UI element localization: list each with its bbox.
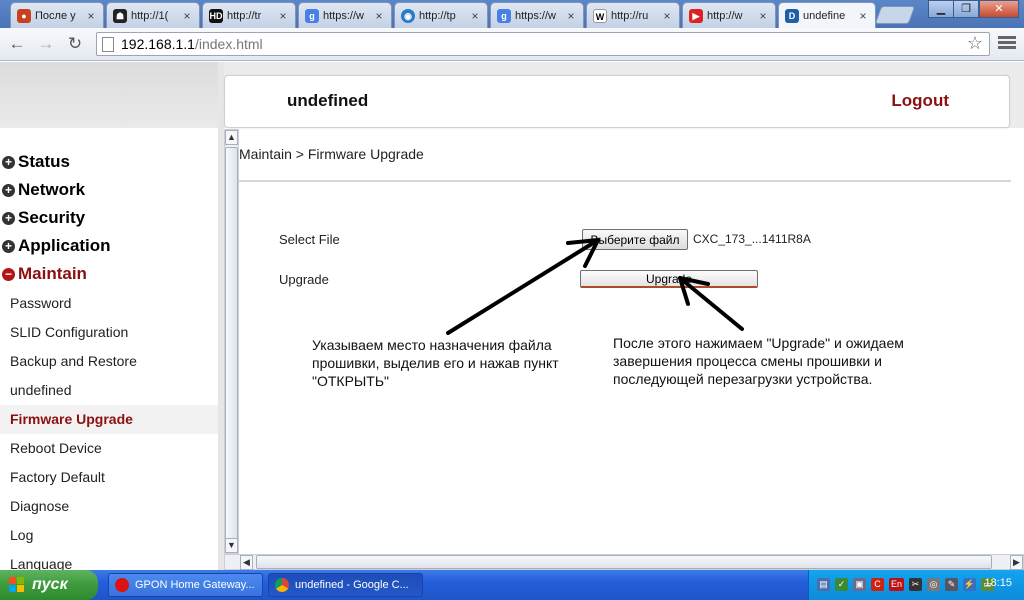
task-chrome[interactable]: undefined - Google C... (268, 573, 423, 597)
network-icon[interactable]: ▤ (817, 578, 830, 591)
opera-icon (115, 578, 129, 592)
chrome-icon (275, 578, 289, 592)
device-icon[interactable]: ▣ (853, 578, 866, 591)
tool-icon[interactable]: ✂ (909, 578, 922, 591)
disk-icon[interactable]: ◎ (927, 578, 940, 591)
tools-icon[interactable]: ✎ (945, 578, 958, 591)
start-button[interactable]: пуск (0, 570, 98, 600)
antivirus-icon[interactable]: C (871, 578, 884, 591)
clock[interactable]: 18:15 (984, 577, 1012, 589)
taskbar: пуск GPON Home Gateway... undefined - Go… (0, 570, 1024, 600)
annotation-arrows (446, 238, 744, 335)
security-icon[interactable]: ✓ (835, 578, 848, 591)
language-indicator[interactable]: En (889, 578, 904, 591)
system-tray: ▤ ✓ ▣ C En ✂ ◎ ✎ ⚡ ▭ 18:15 (808, 570, 1024, 600)
task-opera[interactable]: GPON Home Gateway... (108, 573, 263, 597)
connection-icon[interactable]: ⚡ (963, 578, 976, 591)
arrow-to-file-button (446, 238, 600, 335)
windows-flag-icon (9, 577, 24, 592)
